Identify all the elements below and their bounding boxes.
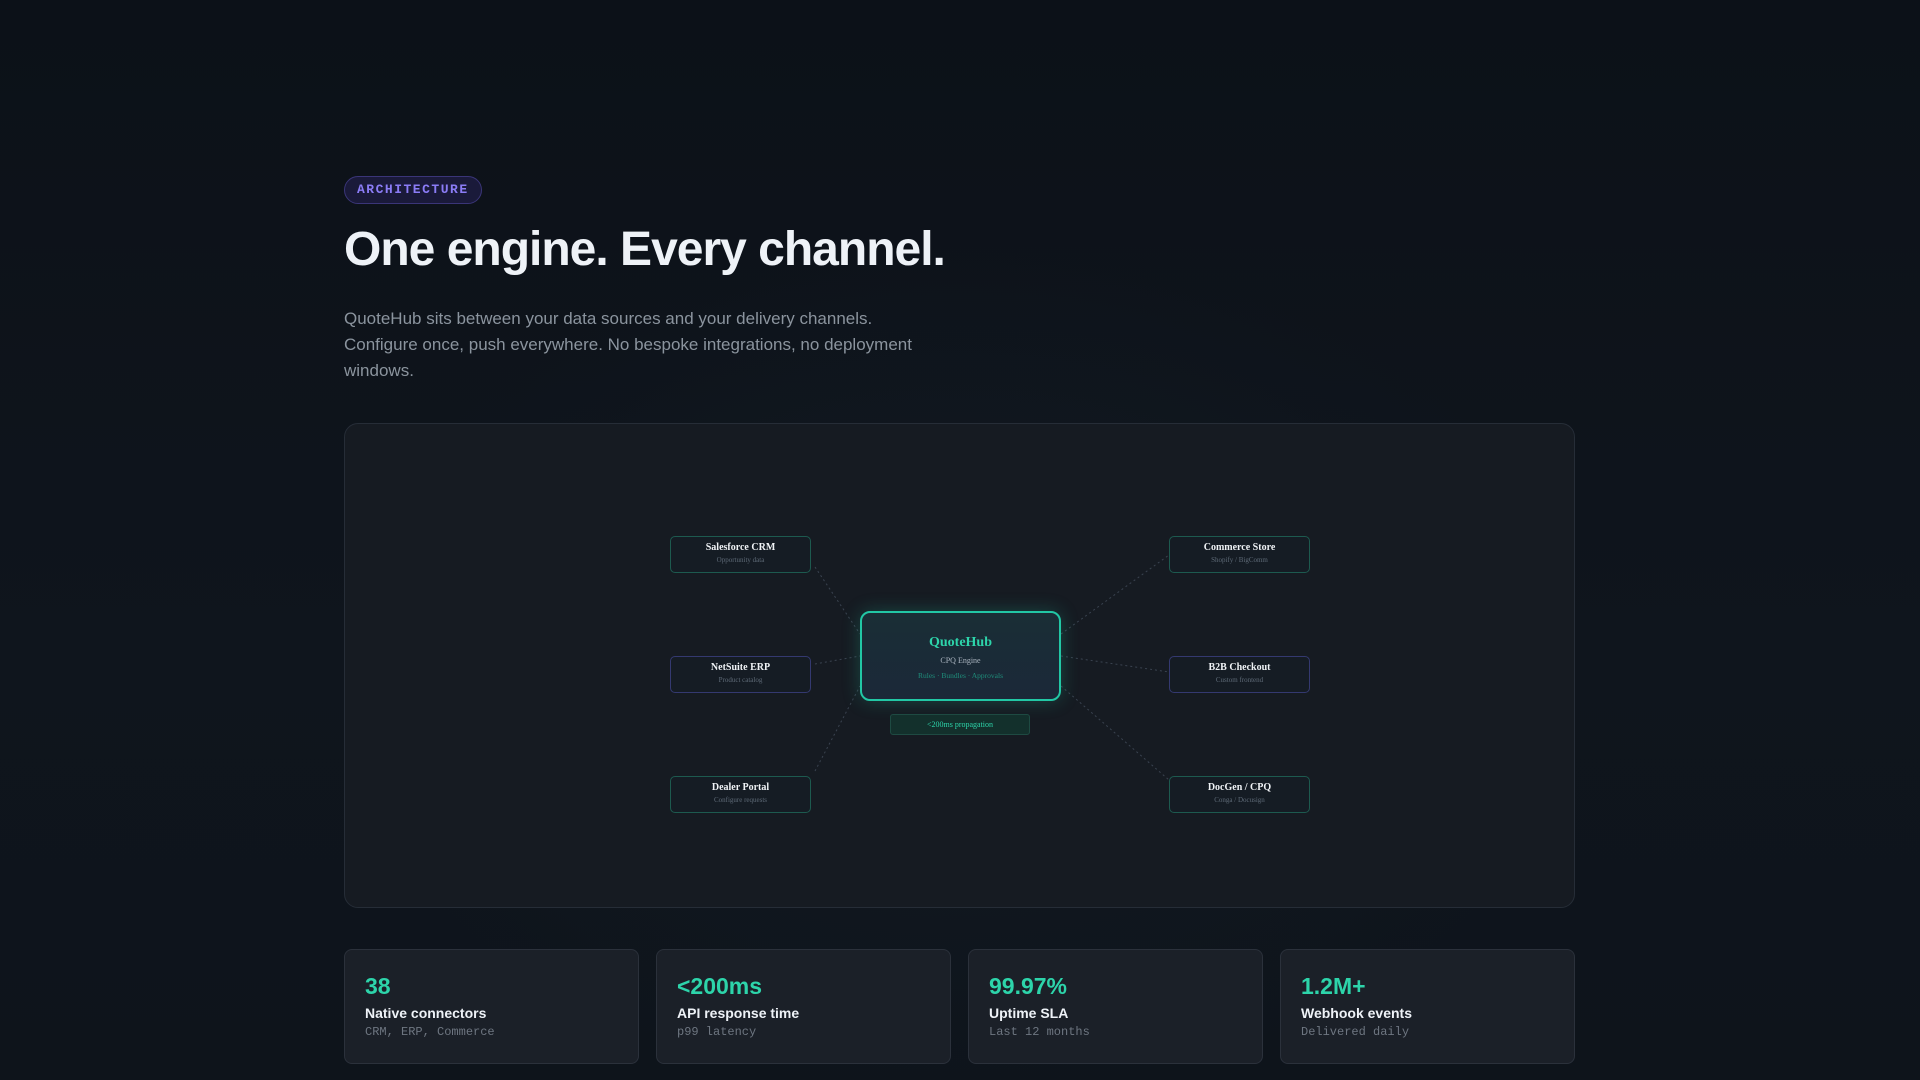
source-node-dealer-portal: Dealer Portal Configure requests <box>670 776 811 813</box>
node-title: NetSuite ERP <box>710 662 771 673</box>
node-subtitle: Shopify / BigComm <box>1211 556 1268 564</box>
stat-card-webhooks: 1.2M+ Webhook events Delivered daily <box>1280 949 1575 1064</box>
source-node-salesforce: Salesforce CRM Opportunity data <box>670 536 811 573</box>
node-title: B2B Checkout <box>1208 662 1271 673</box>
node-subtitle: Configure requests <box>713 796 768 804</box>
node-subtitle: Product catalog <box>718 676 763 684</box>
hub-features: Rules · Bundles · Approvals <box>918 671 1003 680</box>
stat-card-api-response: <200ms API response time p99 latency <box>656 949 951 1064</box>
source-node-netsuite: NetSuite ERP Product catalog <box>670 656 811 693</box>
channel-node-b2b-checkout: B2B Checkout Custom frontend <box>1169 656 1310 693</box>
stat-value: 38 <box>365 973 391 999</box>
stat-card-connectors: 38 Native connectors CRM, ERP, Commerce <box>344 949 639 1064</box>
stat-label: Webhook events <box>1301 1005 1412 1021</box>
node-title: DocGen / CPQ <box>1207 782 1272 793</box>
stat-value: <200ms <box>677 973 763 999</box>
channel-node-docgen: DocGen / CPQ Conga / Docusign <box>1169 776 1310 813</box>
stat-label: API response time <box>677 1005 800 1021</box>
stat-label: Uptime SLA <box>989 1005 1069 1021</box>
propagation-badge: <200ms propagation <box>890 714 1030 735</box>
stat-subtext: CRM, ERP, Commerce <box>365 1025 495 1039</box>
page-title: One engine. Every channel. <box>344 223 946 276</box>
stat-card-uptime: 99.97% Uptime SLA Last 12 months <box>968 949 1263 1064</box>
hub-subtitle: CPQ Engine <box>940 656 981 665</box>
node-title: Dealer Portal <box>711 782 770 793</box>
stat-subtext: Delivered daily <box>1301 1025 1410 1039</box>
stat-subtext: p99 latency <box>677 1025 757 1039</box>
node-subtitle: Conga / Docusign <box>1214 796 1265 804</box>
section-tag: ARCHITECTURE <box>344 176 482 204</box>
page-subtitle: QuoteHub sits between your data sources … <box>344 309 912 380</box>
hub-title: QuoteHub <box>928 635 992 650</box>
node-title: Salesforce CRM <box>705 542 776 553</box>
channel-node-commerce-store: Commerce Store Shopify / BigComm <box>1169 536 1310 573</box>
node-subtitle: Custom frontend <box>1215 676 1264 684</box>
stat-label: Native connectors <box>365 1005 487 1021</box>
architecture-diagram: Salesforce CRM Opportunity data NetSuite… <box>344 423 1575 908</box>
quotehub-engine-node: QuoteHub CPQ Engine Rules · Bundles · Ap… <box>860 611 1061 701</box>
stat-value: 99.97% <box>989 973 1068 999</box>
stat-value: 1.2M+ <box>1301 973 1366 999</box>
node-title: Commerce Store <box>1203 542 1276 553</box>
node-subtitle: Opportunity data <box>716 556 765 564</box>
stat-subtext: Last 12 months <box>989 1025 1090 1039</box>
